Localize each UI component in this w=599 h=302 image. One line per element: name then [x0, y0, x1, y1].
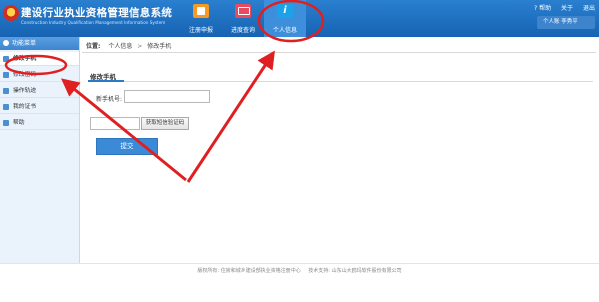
- top-header: 建设行业执业资格管理信息系统 Construction Industry Qua…: [0, 0, 599, 37]
- logout-link[interactable]: 退出: [583, 5, 595, 12]
- top-links: ? 帮助 关于 退出: [526, 3, 595, 12]
- national-emblem-icon: [3, 5, 19, 21]
- footer-support: 技术支持: 山东山大鸥玛软件股份有限公司: [308, 268, 402, 274]
- sidebar-title: 功能菜单: [0, 37, 79, 50]
- system-title: 建设行业执业资格管理信息系统: [21, 7, 173, 19]
- sidebar: 功能菜单 修改手机 修改密码 操作轨迹 我的证书 帮助: [0, 37, 80, 263]
- menu-item-icon: [3, 104, 9, 110]
- submit-button[interactable]: 提交: [96, 138, 158, 155]
- sidebar-item-operation-log[interactable]: 操作轨迹: [0, 84, 79, 98]
- report-icon: [193, 4, 209, 18]
- sidebar-item-label: 修改密码: [13, 72, 37, 78]
- system-subtitle: Construction Industry Qualification Mana…: [21, 20, 166, 25]
- footer-copyright: 版权所有: 住房和城乡建设部执业资格注册中心: [197, 268, 301, 274]
- breadcrumb: 位置: 个人信息 > 修改手机: [82, 40, 596, 53]
- about-link[interactable]: 关于: [561, 5, 573, 12]
- sidebar-item-label: 操作轨迹: [13, 88, 37, 94]
- menu-item-icon: [3, 56, 9, 62]
- footer: 版权所有: 住房和城乡建设部执业资格注册中心 技术支持: 山东山大鸥玛软件股份有…: [0, 263, 599, 277]
- progress-icon: [235, 4, 251, 18]
- sidebar-item-label: 帮助: [13, 120, 25, 126]
- sidebar-item-label: 修改手机: [13, 56, 37, 62]
- section-divider: [88, 80, 593, 82]
- annotation-arrow-nav: [186, 50, 275, 183]
- sidebar-item-my-certificates[interactable]: 我的证书: [0, 100, 79, 114]
- nav-personal-info[interactable]: i 个人信息: [264, 0, 306, 37]
- user-badge[interactable]: 个人账 李秀平: [537, 16, 595, 29]
- sidebar-item-change-password[interactable]: 修改密码: [0, 68, 79, 82]
- page: 建设行业执业资格管理信息系统 Construction Industry Qua…: [0, 0, 599, 302]
- new-phone-input[interactable]: [124, 90, 210, 103]
- nav-register-report[interactable]: 注册申报: [180, 0, 222, 37]
- menu-item-icon: [3, 88, 9, 94]
- breadcrumb-label: 位置:: [86, 43, 101, 50]
- menu-item-icon: [3, 120, 9, 126]
- nav-progress-query[interactable]: 进度查询: [222, 0, 264, 37]
- nav-register-report-label: 注册申报: [188, 27, 213, 34]
- sidebar-item-change-phone[interactable]: 修改手机: [0, 52, 79, 66]
- menu-item-icon: [3, 72, 9, 78]
- sms-code-input[interactable]: [90, 117, 140, 130]
- phone-label: 新手机号:: [96, 96, 123, 103]
- breadcrumb-separator: >: [137, 43, 143, 50]
- nav-progress-query-label: 进度查询: [230, 27, 255, 34]
- sidebar-item-label: 我的证书: [13, 104, 37, 110]
- breadcrumb-item[interactable]: 个人信息: [108, 43, 132, 50]
- breadcrumb-item: 修改手机: [147, 43, 172, 50]
- get-sms-code-button[interactable]: 获取短信验证码: [141, 117, 189, 130]
- info-icon: i: [277, 4, 293, 18]
- help-link[interactable]: ? 帮助: [534, 5, 551, 12]
- nav-personal-info-label: 个人信息: [272, 27, 297, 34]
- sidebar-item-help[interactable]: 帮助: [0, 116, 79, 130]
